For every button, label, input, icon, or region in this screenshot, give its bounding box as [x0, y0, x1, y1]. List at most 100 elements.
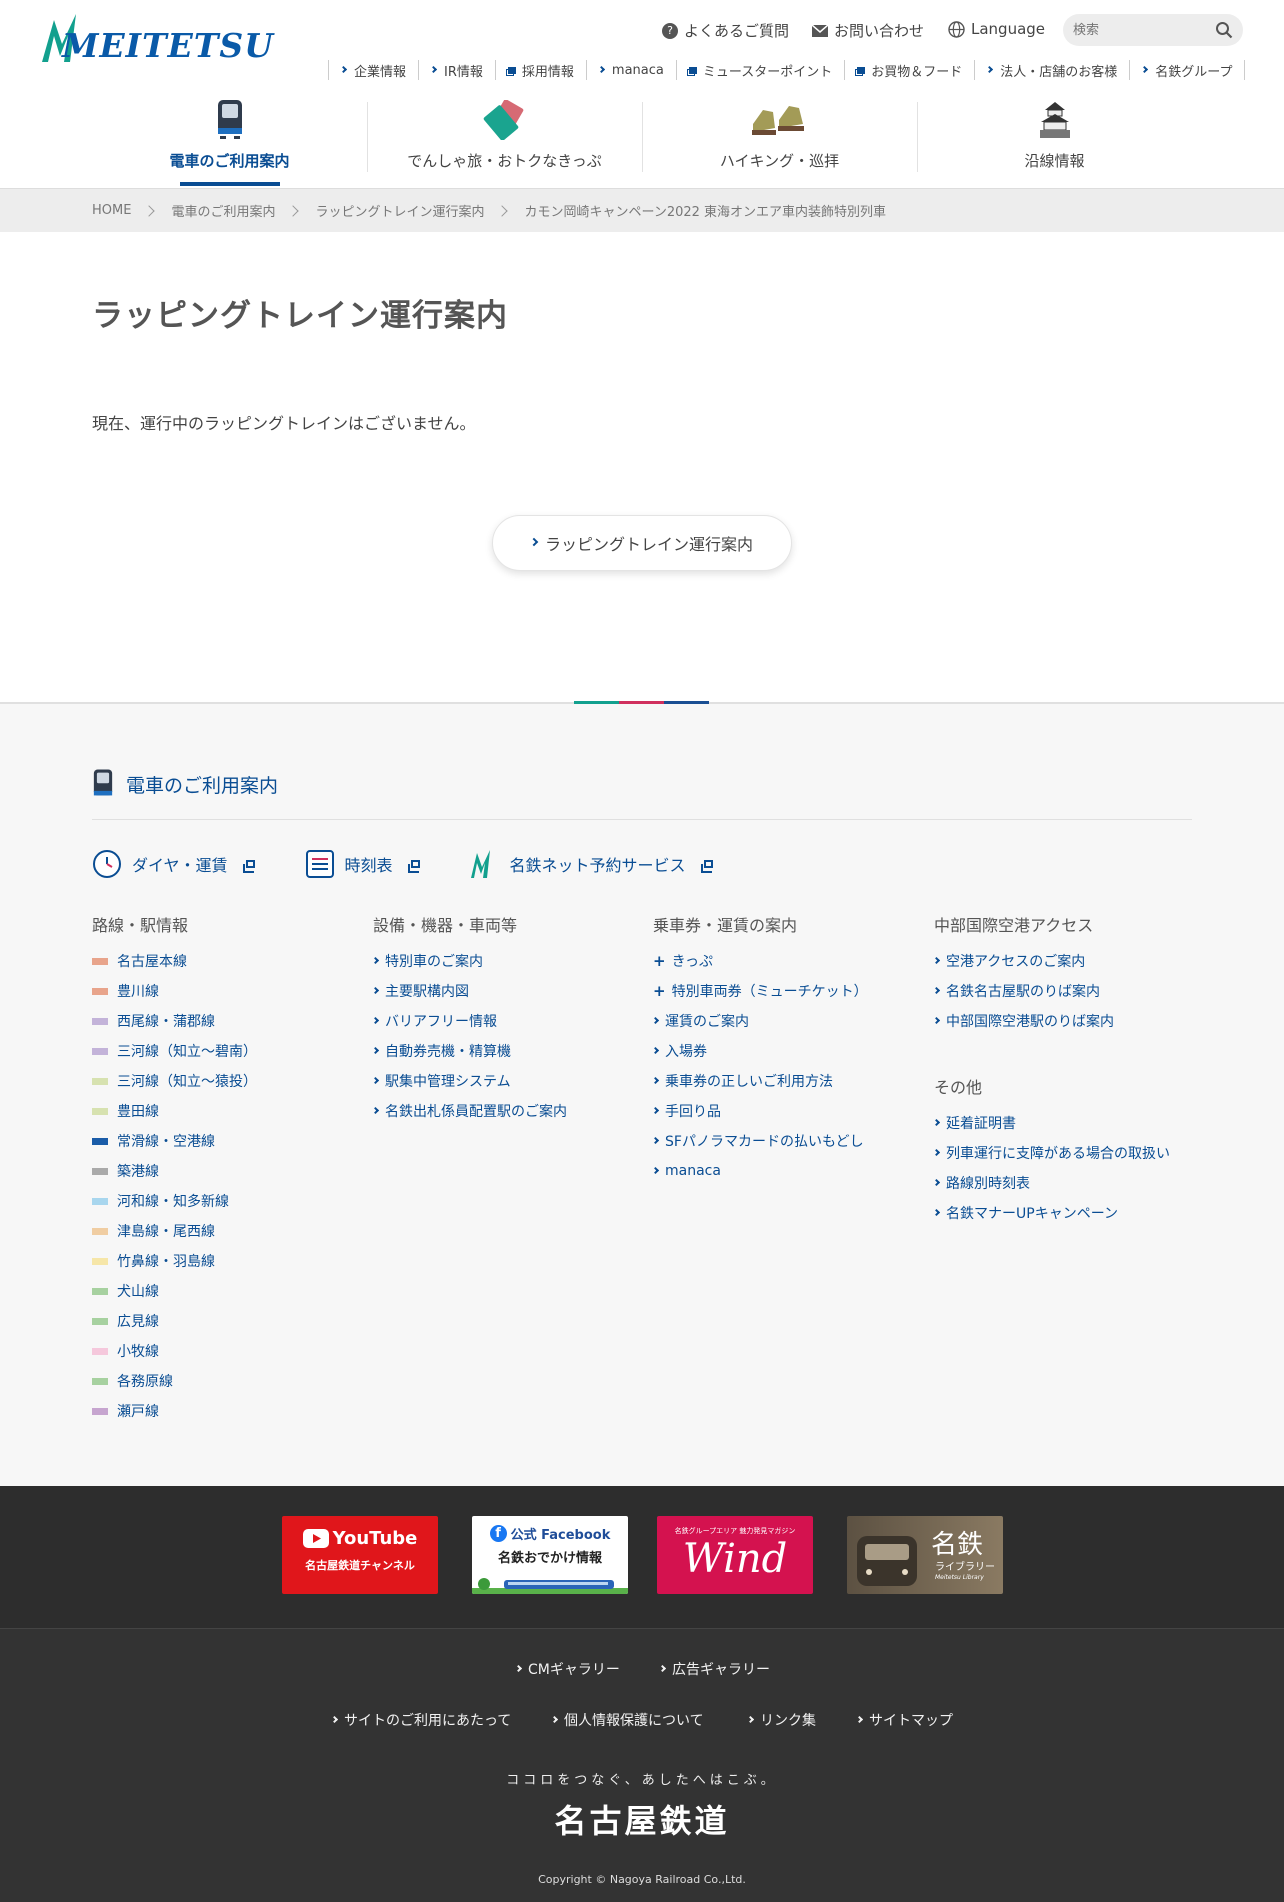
- mainnav-area-info[interactable]: 沿線情報: [917, 92, 1192, 188]
- footer-link-sitemap[interactable]: サイトマップ: [855, 1710, 953, 1730]
- footer-nav-link[interactable]: 小牧線: [92, 1336, 352, 1366]
- footer-nav-link[interactable]: 築港線: [92, 1156, 352, 1186]
- wind-magazine-banner[interactable]: 名鉄グループエリア 魅力発見マガジン Wind: [657, 1516, 813, 1594]
- subnav-shopping-food[interactable]: お買物＆フード: [844, 60, 974, 80]
- footer-nav-link[interactable]: 三河線（知立〜碧南）: [92, 1036, 352, 1066]
- youtube-channel-label: 名古屋鉄道チャンネル: [305, 1559, 415, 1572]
- line-color-icon: [92, 1167, 108, 1175]
- footer-nav-link[interactable]: 手回り品: [651, 1096, 913, 1126]
- footer-link-ad-gallery[interactable]: 広告ギャラリー: [658, 1659, 770, 1679]
- footer-nav-link[interactable]: + きっぷ: [653, 946, 913, 976]
- contact-link[interactable]: お問い合わせ: [812, 20, 924, 41]
- footer-nav-link[interactable]: 河和線・知多新線: [92, 1186, 352, 1216]
- footer-nav-link[interactable]: 豊川線: [92, 976, 352, 1006]
- footer-nav-link[interactable]: 瀬戸線: [92, 1396, 352, 1426]
- subnav-business[interactable]: 法人・店舗のお客様: [974, 60, 1129, 80]
- chevron-right-icon: [496, 204, 509, 217]
- footer-nav-link-label: 三河線（知立〜猿投）: [117, 1074, 257, 1090]
- subnav-mustar-point[interactable]: ミュースターポイント: [675, 60, 844, 80]
- footer-nav-link[interactable]: 乗車券の正しいご利用方法: [651, 1066, 913, 1096]
- footer-nav-link[interactable]: 特別車のご案内: [371, 946, 633, 976]
- footer-nav-link[interactable]: 中部国際空港駅のりば案内: [932, 1006, 1194, 1036]
- airport-list: 空港アクセスのご案内 名鉄名古屋駅のりば案内中部国際空港駅のりば案内: [932, 946, 1194, 1036]
- tickets-heading: 乗車券・運賃の案内: [653, 916, 798, 935]
- other-list: 延着証明書列車運行に支障がある場合の取扱い路線別時刻表 名鉄マナーUPキャンペーン: [932, 1108, 1194, 1228]
- footer-nav-link[interactable]: 駅集中管理システム: [371, 1066, 633, 1096]
- subnav-ir[interactable]: IR情報: [418, 60, 495, 80]
- footer-nav-link[interactable]: 名古屋本線: [92, 946, 352, 976]
- site-logo[interactable]: MEITETSU: [62, 26, 274, 65]
- footer-link-label: サイトのご利用にあたって: [344, 1713, 512, 1729]
- mainnav-hiking[interactable]: ハイキング・巡拝: [642, 92, 917, 188]
- footer-nav-link-label: 中部国際空港駅のりば案内: [946, 1014, 1114, 1030]
- facebook-banner[interactable]: f 公式 Facebook 名鉄おでかけ情報: [472, 1516, 628, 1594]
- chevron-right-icon: [339, 65, 348, 73]
- footer-nav-link[interactable]: SFパノラマカードの払いもどし: [651, 1126, 913, 1156]
- footer-nav-link[interactable]: 自動券売機・精算機: [371, 1036, 633, 1066]
- footer-link-links[interactable]: リンク集: [746, 1710, 816, 1730]
- footer-nav-link[interactable]: 列車運行に支障がある場合の取扱い: [932, 1138, 1194, 1168]
- footer-nav-link-label: 列車運行に支障がある場合の取扱い: [946, 1146, 1170, 1162]
- chevron-right-icon: [371, 1076, 380, 1084]
- breadcrumb-train-guide[interactable]: 電車のご利用案内: [171, 201, 275, 220]
- footer-nav-link[interactable]: 路線別時刻表: [932, 1168, 1194, 1198]
- footer-nav-title: 電車のご利用案内: [92, 768, 278, 800]
- footer-nav-link[interactable]: + 特別車両券（ミューチケット）: [653, 976, 913, 1006]
- footer-nav-link-label: 特別車のご案内: [385, 954, 483, 970]
- site-header: MEITETSU ? よくあるご質問 お問い合わせ Language 企業情報 …: [0, 0, 1284, 188]
- footer-nav-link[interactable]: 入場券: [651, 1036, 913, 1066]
- breadcrumb-home[interactable]: HOME: [92, 203, 131, 218]
- footer-nav-link[interactable]: 名鉄名古屋駅のりば案内: [932, 976, 1194, 1006]
- youtube-banner[interactable]: YouTube 名古屋鉄道チャンネル: [282, 1516, 438, 1594]
- chevron-right-icon: [746, 1715, 755, 1723]
- footer-nav-link[interactable]: 常滑線・空港線: [92, 1126, 352, 1156]
- footer-nav-link-label: 自動券売機・精算機: [385, 1044, 511, 1060]
- faq-link[interactable]: ? よくあるご質問: [662, 20, 789, 41]
- footer-nav-link[interactable]: 犬山線: [92, 1276, 352, 1306]
- footer-nav-link[interactable]: 豊田線: [92, 1096, 352, 1126]
- mainnav-trip-tickets[interactable]: でんしゃ旅・おトクなきっぷ: [367, 92, 642, 188]
- subnav-corporate[interactable]: 企業情報: [328, 60, 418, 80]
- mainnav-label: でんしゃ旅・おトクなきっぷ: [407, 152, 602, 170]
- button-label: ラッピングトレイン運行案内: [544, 535, 753, 554]
- quick-link-label: 名鉄ネット予約サービス: [509, 856, 686, 875]
- train-icon: [93, 769, 113, 796]
- footer-link-cm-gallery[interactable]: CMギャラリー: [514, 1659, 620, 1679]
- footer-nav-link-label: 特別車両券（ミューチケット）: [671, 984, 868, 1000]
- meitetsu-library-banner[interactable]: 名鉄 ライブラリー Meitetsu Library: [847, 1516, 1003, 1594]
- footer-brand-logo[interactable]: 名古屋鉄道: [0, 1796, 1284, 1842]
- footer-nav-link[interactable]: 広見線: [92, 1306, 352, 1336]
- footer-nav-link[interactable]: 竹鼻線・羽島線: [92, 1246, 352, 1276]
- language-link[interactable]: Language: [948, 20, 1045, 38]
- footer-link-label: CMギャラリー: [528, 1662, 620, 1678]
- quick-link-timetable[interactable]: 時刻表: [305, 849, 420, 879]
- footer-nav-link[interactable]: 各務原線: [92, 1366, 352, 1396]
- subnav-group[interactable]: 名鉄グループ: [1129, 60, 1246, 80]
- footer-link-privacy[interactable]: 個人情報保護について: [550, 1710, 704, 1730]
- footer-nav-link[interactable]: 西尾線・蒲郡線: [92, 1006, 352, 1036]
- mainnav-train-guide[interactable]: 電車のご利用案内: [92, 92, 367, 188]
- footer-nav-link[interactable]: 名鉄出札係員配置駅のご案内: [371, 1096, 633, 1126]
- footer-nav-link[interactable]: 空港アクセスのご案内: [932, 946, 1194, 976]
- footer-nav-link[interactable]: 津島線・尾西線: [92, 1216, 352, 1246]
- search-icon[interactable]: [1215, 21, 1233, 39]
- wrapping-train-guide-button[interactable]: ラッピングトレイン運行案内: [492, 515, 792, 571]
- quick-link-timetable-fare[interactable]: ダイヤ・運賃: [92, 849, 255, 879]
- subnav-recruit[interactable]: 採用情報: [494, 60, 586, 80]
- breadcrumb-wrapping-train[interactable]: ラッピングトレイン運行案内: [315, 201, 484, 220]
- footer-nav-link[interactable]: 主要駅構内図: [371, 976, 633, 1006]
- footer-nav-link[interactable]: 運賃のご案内: [651, 1006, 913, 1036]
- footer-nav-link[interactable]: manaca: [651, 1156, 913, 1186]
- footer-nav-link-label: 三河線（知立〜碧南）: [117, 1044, 257, 1060]
- quick-link-net-reservation[interactable]: 名鉄ネット予約サービス: [470, 849, 713, 879]
- footer-link-site-terms[interactable]: サイトのご利用にあたって: [330, 1710, 512, 1730]
- footer-nav-link[interactable]: 延着証明書: [932, 1108, 1194, 1138]
- chevron-right-icon: [932, 1208, 941, 1216]
- footer-nav-link[interactable]: 名鉄マナーUPキャンペーン: [932, 1198, 1194, 1228]
- footer-nav-link-label: 主要駅構内図: [385, 984, 469, 1000]
- footer-nav-link[interactable]: バリアフリー情報: [371, 1006, 633, 1036]
- footer-nav-link[interactable]: 三河線（知立〜猿投）: [92, 1066, 352, 1096]
- subnav-manaca[interactable]: manaca: [585, 60, 676, 80]
- airport-heading: 中部国際空港アクセス: [934, 916, 1094, 935]
- wind-subtitle: 名鉄グループエリア 魅力発見マガジン: [674, 1527, 796, 1535]
